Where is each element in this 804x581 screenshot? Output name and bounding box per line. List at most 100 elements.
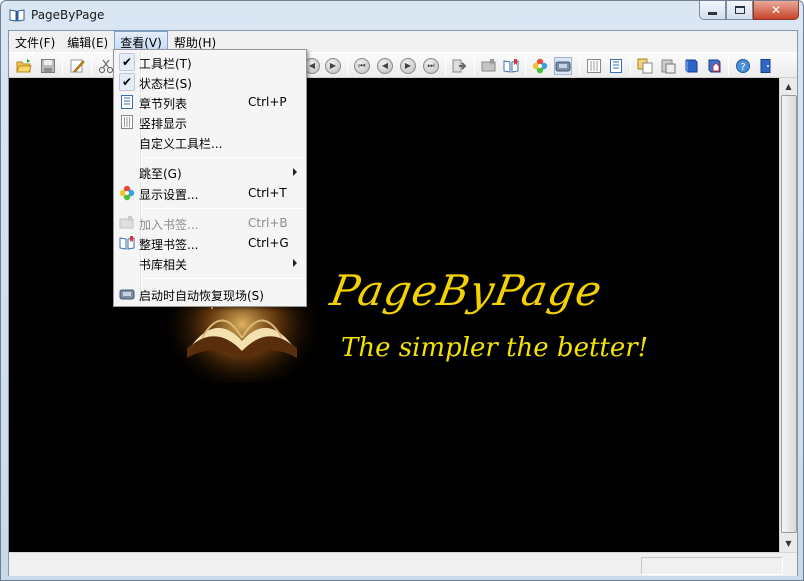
display-settings-icon [119, 185, 135, 201]
chapter-list-icon [610, 59, 622, 73]
add-bookmark-icon [119, 216, 134, 229]
check-icon: ✔ [119, 73, 135, 91]
library-button[interactable] [682, 57, 700, 75]
scroll-thumb[interactable] [781, 95, 797, 533]
vertical-layout-icon [587, 59, 601, 73]
skip-back-icon: ⏮ [354, 58, 370, 74]
library-home-button[interactable] [705, 57, 723, 75]
menu-item-display-settings[interactable]: 显示设置... Ctrl+T [116, 183, 304, 203]
open-book-icon [9, 9, 25, 22]
add-bookmark-icon [481, 59, 496, 72]
menu-item-vertical-layout[interactable]: 竖排显示 [116, 112, 304, 132]
toolbar-separator [347, 57, 348, 75]
maximize-icon [734, 6, 745, 14]
copy-button[interactable] [636, 57, 654, 75]
pencil-icon [70, 59, 85, 73]
status-bar [9, 552, 797, 576]
open-folder-icon [16, 59, 32, 73]
chapter-list-icon [121, 95, 133, 109]
next-page-button[interactable]: ▶ [399, 57, 417, 75]
menu-item-add-bookmark: 加入书签... Ctrl+B [116, 213, 304, 233]
menu-separator [144, 278, 304, 279]
help-globe-icon: ? [736, 59, 750, 73]
menu-help[interactable]: 帮助(H) [168, 31, 222, 51]
open-folder-button[interactable] [15, 57, 33, 75]
minimize-icon [708, 11, 717, 15]
menu-item-organize-bookmarks[interactable]: 整理书签... Ctrl+G [116, 233, 304, 253]
skip-forward-icon: ⏭ [423, 58, 439, 74]
toolbar-separator [445, 57, 446, 75]
splash-slogan: The simpler the better! [341, 333, 649, 363]
menu-file[interactable]: 文件(F) [9, 31, 61, 51]
minimize-button[interactable] [699, 1, 726, 20]
close-icon: ✕ [770, 3, 782, 17]
book-blue-icon [685, 59, 698, 73]
status-pane [641, 557, 783, 575]
paste-button[interactable] [659, 57, 677, 75]
maximize-button[interactable] [726, 1, 753, 20]
vertical-layout-button[interactable] [585, 57, 603, 75]
edit-button[interactable] [68, 57, 86, 75]
menu-item-restore-session[interactable]: 启动时自动恢复现场(S) [116, 284, 304, 304]
scissors-icon [99, 59, 113, 73]
previous-page-button[interactable]: ◀ [376, 57, 394, 75]
next-icon: ▶ [400, 58, 416, 74]
toolbar-separator [728, 57, 729, 75]
copy-icon [637, 58, 653, 74]
menu-separator [144, 208, 304, 209]
exit-button[interactable] [757, 57, 775, 75]
menu-view[interactable]: 查看(V) [114, 31, 168, 51]
add-bookmark-button[interactable] [480, 57, 498, 75]
menu-item-chapter-list[interactable]: 章节列表 Ctrl+P [116, 92, 304, 112]
previous-icon: ◀ [377, 58, 393, 74]
submenu-arrow-icon [293, 168, 297, 176]
library-home-icon [708, 59, 721, 73]
organize-bookmarks-icon [503, 59, 519, 73]
splash-brand: PageByPage [326, 266, 607, 315]
display-settings-button[interactable] [531, 57, 549, 75]
view-menu-dropdown: ✔ 工具栏(T) ✔ 状态栏(S) 章节列表 Ctrl+P 竖排显示 自定义工具… [113, 49, 307, 307]
goto-button[interactable] [451, 57, 469, 75]
scroll-down-icon[interactable]: ▼ [780, 535, 797, 552]
arrow-right-icon: ▶ [325, 58, 341, 74]
toolbar-separator [630, 57, 631, 75]
menu-item-toolbar[interactable]: ✔ 工具栏(T) [116, 52, 304, 72]
menu-item-customize-toolbar[interactable]: 自定义工具栏... [116, 132, 304, 152]
window-title: PageByPage [31, 8, 105, 22]
organize-bookmarks-button[interactable] [502, 57, 520, 75]
chapter-list-button[interactable] [607, 57, 625, 75]
first-page-button[interactable]: ⏮ [353, 57, 371, 75]
paste-icon [661, 59, 676, 74]
toolbar-separator [474, 57, 475, 75]
toolbar-separator [579, 57, 580, 75]
close-button[interactable]: ✕ [753, 1, 799, 20]
organize-bookmarks-icon [119, 236, 135, 250]
vertical-scrollbar[interactable]: ▲ ▼ [779, 78, 797, 552]
menu-edit[interactable]: 编辑(E) [61, 31, 114, 51]
toolbar-separator [91, 57, 92, 75]
exit-door-icon [760, 59, 771, 73]
forward-button[interactable]: ▶ [324, 57, 342, 75]
caption-buttons: ✕ [699, 1, 799, 21]
display-settings-icon [532, 58, 548, 74]
help-button[interactable]: ? [734, 57, 752, 75]
menu-item-library[interactable]: 书库相关 [116, 253, 304, 273]
toolbar-separator [525, 57, 526, 75]
last-page-button[interactable]: ⏭ [422, 57, 440, 75]
check-icon: ✔ [119, 53, 135, 71]
restore-session-icon [119, 289, 135, 300]
save-button[interactable] [39, 57, 57, 75]
scroll-up-icon[interactable]: ▲ [780, 78, 797, 95]
restore-session-icon [555, 61, 571, 72]
title-bar[interactable]: PageByPage ✕ [1, 1, 803, 30]
menu-item-goto[interactable]: 跳至(G) [116, 162, 304, 182]
vertical-layout-icon [121, 115, 133, 129]
save-icon [41, 59, 55, 73]
toolbar-separator [62, 57, 63, 75]
submenu-arrow-icon [293, 259, 297, 267]
menu-separator [144, 157, 304, 158]
menu-item-statusbar[interactable]: ✔ 状态栏(S) [116, 72, 304, 92]
goto-arrow-icon [452, 59, 467, 73]
restore-session-button[interactable] [554, 57, 572, 75]
svg-text:?: ? [740, 62, 745, 73]
